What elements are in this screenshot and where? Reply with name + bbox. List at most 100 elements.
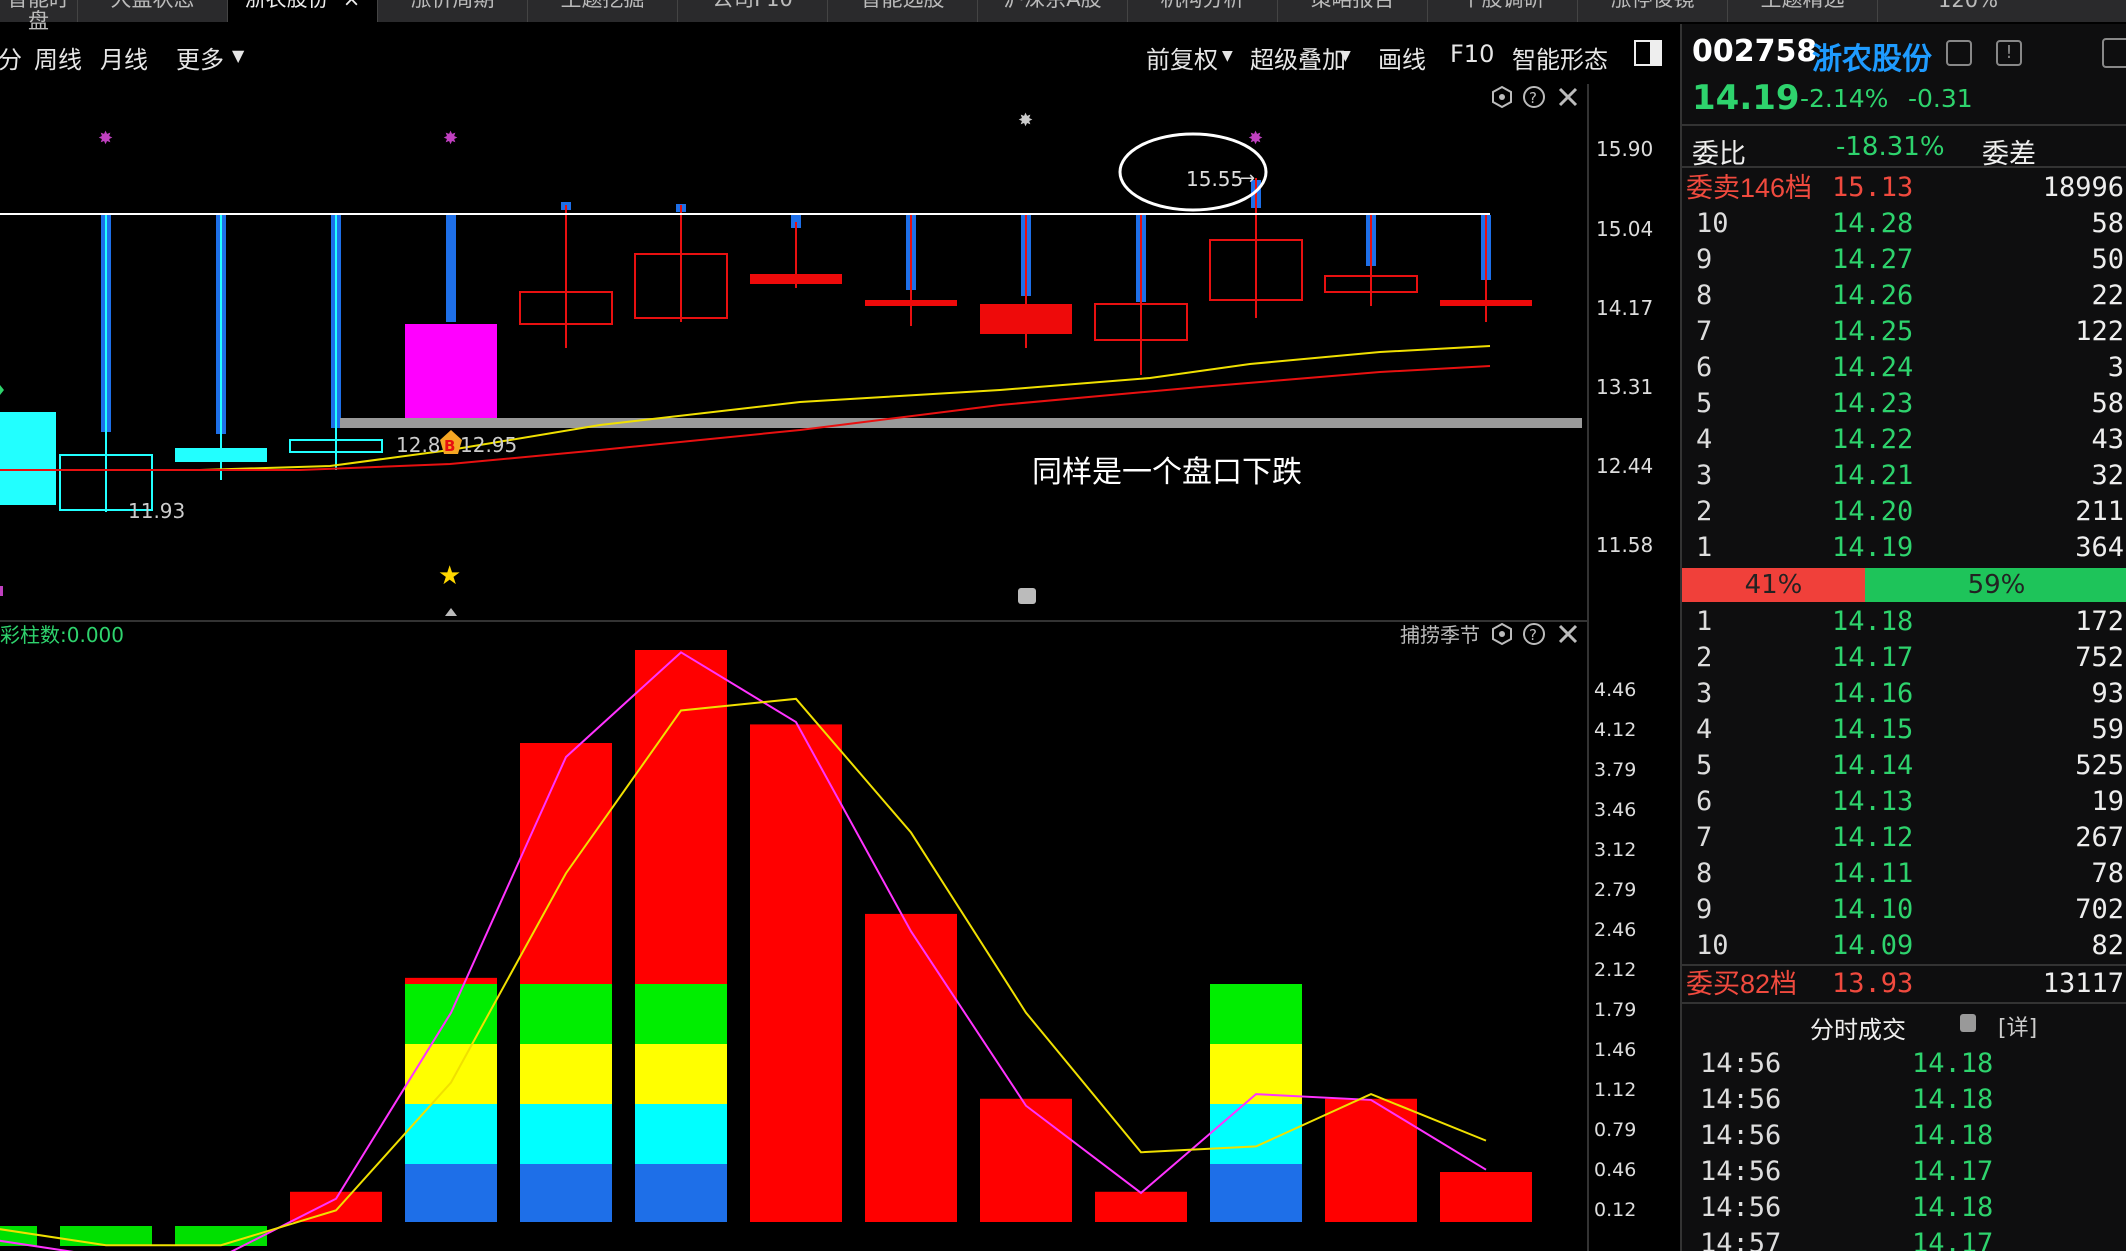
buy-footer-price: 13.93 bbox=[1832, 968, 1914, 999]
sub-bar bbox=[290, 1191, 382, 1222]
marker-star-icon: ✸ bbox=[443, 128, 458, 149]
sub-bar-red bbox=[290, 1191, 382, 1222]
alert-icon[interactable]: ! bbox=[1996, 40, 2022, 66]
main-y-tick: 14.17 bbox=[1596, 296, 1653, 320]
level-price: 14.18 bbox=[1832, 606, 1914, 637]
level-volume: 752 bbox=[2075, 642, 2124, 673]
level-number: 9 bbox=[1696, 244, 1713, 275]
marker-star-icon: ✸ bbox=[98, 128, 113, 149]
level-price: 14.26 bbox=[1832, 280, 1914, 311]
sub-y-tick: 3.79 bbox=[1594, 759, 1636, 781]
level-volume: 82 bbox=[2091, 930, 2124, 961]
ticks-title: 分时成交 bbox=[1810, 1016, 1906, 1044]
level-number: 6 bbox=[1696, 352, 1713, 383]
close-icon[interactable] bbox=[1558, 624, 1578, 644]
level-volume: 43 bbox=[2091, 424, 2124, 455]
tick-time: 14:56 bbox=[1700, 1084, 1782, 1115]
sell-level-row[interactable]: 7 14.25 122 bbox=[1682, 314, 2126, 350]
ratio-bar: 41% 59% bbox=[1682, 568, 2126, 602]
help-icon[interactable]: ? bbox=[1523, 623, 1545, 645]
svg-text:?: ? bbox=[1529, 89, 1537, 107]
sub-y-tick: 1.46 bbox=[1594, 1039, 1636, 1061]
arrow-right-icon: → bbox=[1240, 168, 1255, 189]
sell-level-row[interactable]: 2 14.20 211 bbox=[1682, 494, 2126, 530]
sell-level-row[interactable]: 10 14.28 58 bbox=[1682, 206, 2126, 242]
level-price: 14.28 bbox=[1832, 208, 1914, 239]
sell-level-row[interactable]: 4 14.22 43 bbox=[1682, 422, 2126, 458]
buy-level-row[interactable]: 7 14.12 267 bbox=[1682, 820, 2126, 856]
candle bbox=[1324, 215, 1418, 306]
sub-y-tick: 0.46 bbox=[1594, 1159, 1636, 1181]
candle-body bbox=[405, 324, 497, 420]
sub-bar-red bbox=[1095, 1191, 1187, 1222]
close-icon[interactable] bbox=[1558, 87, 1578, 107]
sub-bar-layer bbox=[520, 1044, 612, 1104]
stock-change-pct: -2.14% bbox=[1800, 84, 1889, 113]
candle-body bbox=[0, 412, 38, 504]
divider bbox=[1682, 166, 2126, 168]
buy-level-row[interactable]: 8 14.11 78 bbox=[1682, 856, 2126, 892]
level-volume: 364 bbox=[2075, 532, 2124, 563]
ratio-sell: 41% bbox=[1682, 568, 1865, 602]
sell-header-label: 委卖146档 bbox=[1686, 173, 1813, 203]
main-y-tick: 15.90 bbox=[1596, 137, 1653, 161]
buy-level-row[interactable]: 3 14.16 93 bbox=[1682, 676, 2126, 712]
minimize-icon[interactable] bbox=[2102, 38, 2126, 68]
ticks-detail-link[interactable]: [详] bbox=[1998, 1010, 2037, 1042]
settings-icon[interactable] bbox=[1492, 622, 1512, 646]
sell-level-row[interactable]: 3 14.21 32 bbox=[1682, 458, 2126, 494]
lock-icon[interactable] bbox=[1960, 1014, 1976, 1032]
sub-bar bbox=[635, 650, 727, 1222]
sell-level-row[interactable]: 8 14.26 22 bbox=[1682, 278, 2126, 314]
sell-level-row[interactable]: 9 14.27 50 bbox=[1682, 242, 2126, 278]
buy-level-row[interactable]: 10 14.09 82 bbox=[1682, 928, 2126, 964]
buy-level-row[interactable]: 5 14.14 525 bbox=[1682, 748, 2126, 784]
candle bbox=[519, 202, 613, 348]
sell-level-row[interactable]: 1 14.19 364 bbox=[1682, 530, 2126, 566]
bell-icon[interactable] bbox=[1946, 40, 1972, 66]
sell-level-row[interactable]: 5 14.23 58 bbox=[1682, 386, 2126, 422]
sub-bar-red bbox=[520, 743, 612, 984]
tick-row: 14:56 14.18 bbox=[1682, 1190, 2126, 1226]
level-price: 14.21 bbox=[1832, 460, 1914, 491]
level-number: 2 bbox=[1696, 496, 1713, 527]
main-y-tick: 12.44 bbox=[1596, 454, 1653, 478]
sub-bar bbox=[980, 1098, 1072, 1222]
level-number: 4 bbox=[1696, 714, 1713, 745]
level-volume: 267 bbox=[2075, 822, 2124, 853]
yellow-star-icon: ★ bbox=[438, 561, 461, 591]
tick-time: 14:57 bbox=[1700, 1228, 1782, 1251]
candle bbox=[634, 204, 728, 322]
sub-bar-green bbox=[60, 1226, 152, 1246]
buy-level-row[interactable]: 1 14.18 172 bbox=[1682, 604, 2126, 640]
sub-bar-layer bbox=[405, 1044, 497, 1104]
level-number: 10 bbox=[1696, 930, 1729, 961]
tick-price: 14.18 bbox=[1912, 1120, 1994, 1151]
help-icon[interactable]: ? bbox=[1523, 86, 1545, 108]
tick-row: 14:56 14.18 bbox=[1682, 1118, 2126, 1154]
sub-y-tick: 1.12 bbox=[1594, 1079, 1636, 1101]
buy-level-row[interactable]: 2 14.17 752 bbox=[1682, 640, 2126, 676]
stock-name: 浙农股份 bbox=[1812, 42, 1932, 77]
settings-icon[interactable] bbox=[1492, 85, 1512, 109]
tick-row: 14:57 14.17 bbox=[1682, 1226, 2126, 1251]
level-volume: 525 bbox=[2075, 750, 2124, 781]
marker-star-icon: ✸ bbox=[1248, 128, 1263, 149]
tab-12[interactable]: 主题精选 bbox=[1728, 0, 1878, 22]
candle bbox=[865, 215, 957, 326]
sub-bar-layer bbox=[635, 1164, 727, 1222]
level-price: 14.27 bbox=[1832, 244, 1914, 275]
buy-level-row[interactable]: 9 14.10 702 bbox=[1682, 892, 2126, 928]
ratio-sell-label: 41% bbox=[1744, 570, 1803, 600]
level-volume: 122 bbox=[2075, 316, 2124, 347]
zoom-area: 120% bbox=[1878, 0, 2126, 22]
sub-bar-layer bbox=[1210, 1164, 1302, 1222]
buy-level-row[interactable]: 4 14.15 59 bbox=[1682, 712, 2126, 748]
tick-row: 14:56 14.17 bbox=[1682, 1154, 2126, 1190]
level-price: 14.24 bbox=[1832, 352, 1914, 383]
sub-chart-title: 彩柱数:0.000 bbox=[0, 623, 124, 647]
sell-level-row[interactable]: 6 14.24 3 bbox=[1682, 350, 2126, 386]
circle-label: 15.55 bbox=[1186, 167, 1243, 191]
tick-time: 14:56 bbox=[1700, 1120, 1782, 1151]
buy-level-row[interactable]: 6 14.13 19 bbox=[1682, 784, 2126, 820]
